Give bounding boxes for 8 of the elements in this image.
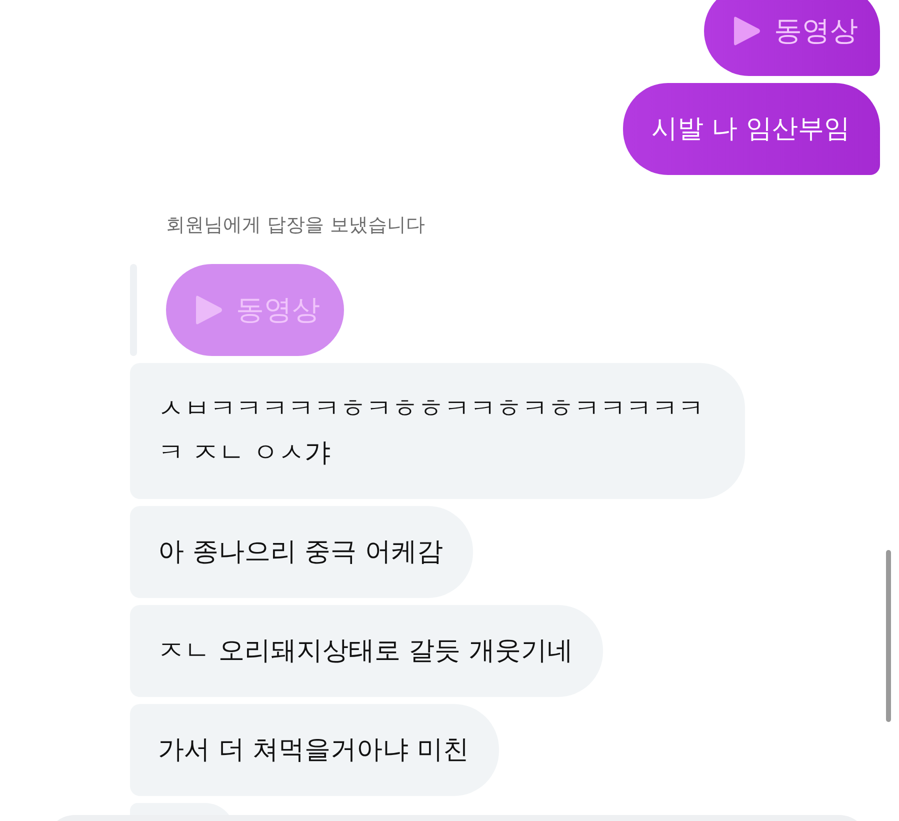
play-icon [732, 14, 762, 48]
message-bubble: ㅅㅂㅋㅋㅋㅋㅋㅎㅋㅎㅎㅋㅋㅎㅋㅎㅋㅋㅋㅋㅋㅋ ㅈㄴ ㅇㅅ갸 [130, 362, 745, 498]
message-bubble: 아 종나으리 중극 어케감 [130, 506, 473, 598]
video-message[interactable]: 동영상 [704, 0, 880, 76]
message-bubble: 시발 나 임산부임 [623, 83, 880, 175]
message-bubble: ㅈㄴ 오리돼지상태로 갈듯 개웃기네 [130, 604, 603, 696]
message-bubble: 가서 더 쳐먹을거아냐 미친 [130, 704, 499, 796]
reply-note: 회원님에게 답장을 보냈습니다 [166, 213, 426, 238]
